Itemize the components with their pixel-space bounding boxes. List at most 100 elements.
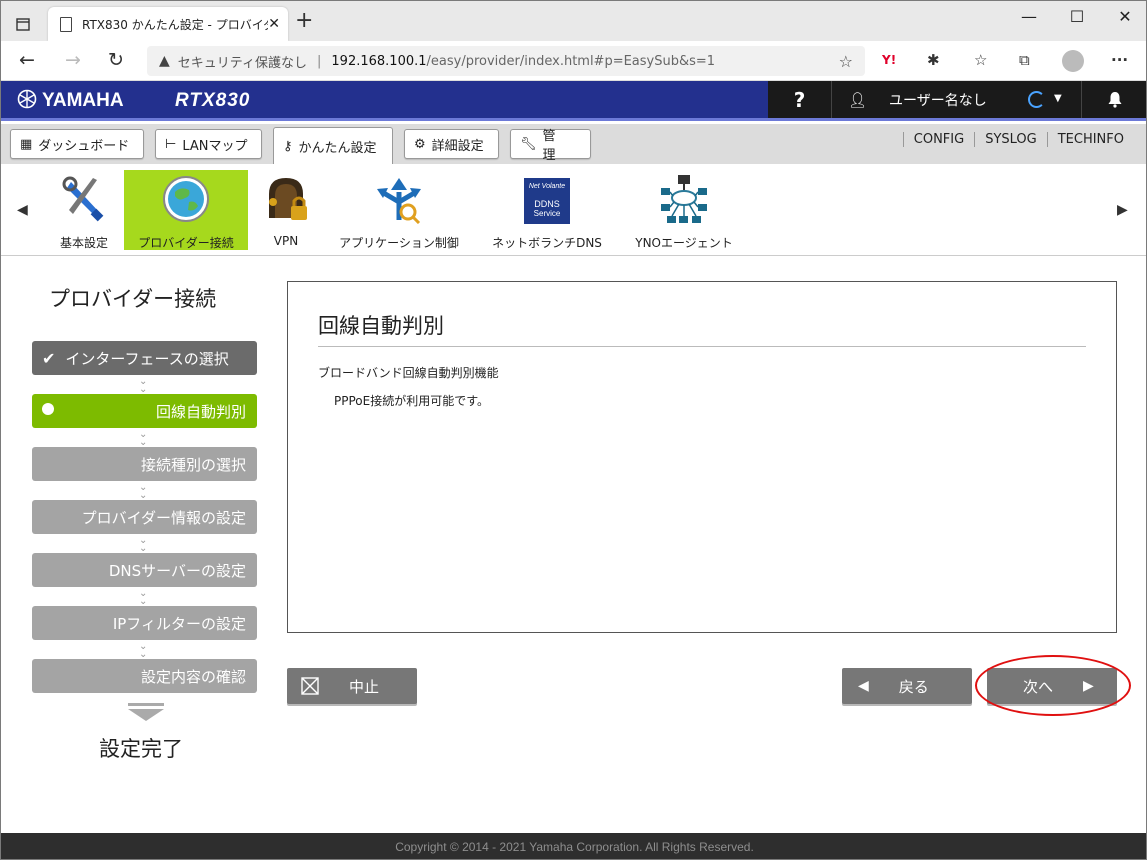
help-button[interactable]: ? bbox=[768, 81, 832, 118]
current-step-dot-icon bbox=[42, 403, 54, 415]
detail-settings-button[interactable]: ⚙ 詳細設定 bbox=[404, 129, 499, 159]
scroll-left-icon[interactable]: ◀ bbox=[17, 202, 28, 218]
techinfo-link[interactable]: TECHINFO bbox=[1046, 132, 1134, 147]
favorites-icon[interactable]: ☆ bbox=[974, 51, 987, 69]
chevron-down-icon: ⌄ ⌄ bbox=[139, 588, 148, 607]
yno-agent-label: YNOエージェント bbox=[635, 236, 733, 250]
detail-settings-label: 詳細設定 bbox=[431, 138, 484, 154]
refresh-icon[interactable]: ↻ bbox=[108, 49, 124, 71]
application-control-item[interactable]: アプリケーション制御 bbox=[331, 170, 467, 250]
step-label: インターフェースの選択 bbox=[65, 349, 229, 368]
user-menu[interactable]: 👤︎ ユーザー名なし ▼ bbox=[832, 81, 1082, 118]
globe-icon bbox=[163, 176, 209, 222]
step-label: IPフィルターの設定 bbox=[112, 614, 246, 633]
model-name: RTX830 bbox=[175, 90, 251, 111]
chevron-down-icon: ▼ bbox=[1054, 93, 1062, 104]
cancel-label: 中止 bbox=[349, 677, 380, 696]
lanmap-button[interactable]: ⊢ LANマップ bbox=[155, 129, 262, 159]
utility-links: CONFIG SYSLOG TECHINFO bbox=[902, 132, 1134, 147]
user-name: ユーザー名なし bbox=[889, 92, 987, 109]
netvolante-dns-label: ネットボランチDNS bbox=[492, 236, 602, 250]
vpn-lock-icon bbox=[269, 178, 307, 220]
collections-icon[interactable]: ⧉ bbox=[1019, 51, 1030, 69]
function-icon-row: ◀ 基本設定 プロバイダー接続 VPN アプリケーション制御 Net Volan… bbox=[1, 164, 1146, 256]
wizard-title: プロバイダー接続 bbox=[49, 287, 217, 311]
dashboard-label: ダッシュボード bbox=[38, 138, 130, 154]
chevron-down-icon: ⌄ ⌄ bbox=[139, 482, 148, 501]
new-tab-icon[interactable]: + bbox=[295, 10, 313, 32]
lanmap-icon: ⊢ bbox=[165, 136, 177, 152]
gear-icon: ⚙ bbox=[414, 136, 426, 152]
finish-label: 設定完了 bbox=[99, 737, 183, 761]
step-interface-select: ✔ インターフェースの選択 bbox=[32, 341, 257, 375]
tools-icon bbox=[62, 176, 104, 222]
title-divider bbox=[318, 346, 1086, 347]
syslog-link[interactable]: SYSLOG bbox=[974, 132, 1047, 147]
step-label: プロバイダー情報の設定 bbox=[81, 508, 246, 527]
more-menu-icon[interactable]: ··· bbox=[1111, 51, 1128, 69]
step-ip-filter: IPフィルターの設定 bbox=[32, 606, 257, 640]
back-arrow-icon[interactable]: ← bbox=[19, 49, 35, 71]
step-connection-type: 接続種別の選択 bbox=[32, 447, 257, 481]
step-provider-info: プロバイダー情報の設定 bbox=[32, 500, 257, 534]
tab-strip: RTX830 かんたん設定 - プロバイダー接 ✕ + — ☐ ✕ bbox=[1, 1, 1146, 41]
netvolante-dns-item[interactable]: Net Volante DDNS Service ネットボランチDNS bbox=[485, 170, 609, 250]
vpn-item[interactable]: VPN bbox=[256, 170, 316, 250]
bell-icon[interactable] bbox=[1082, 81, 1146, 118]
forward-arrow-icon[interactable]: → bbox=[65, 49, 81, 71]
chevron-down-icon: ⌄ ⌄ bbox=[139, 535, 148, 554]
content-panel: 回線自動判別 ブロードバンド回線自動判別機能 PPPoE接続が利用可能です。 bbox=[287, 281, 1117, 633]
browser-tab[interactable]: RTX830 かんたん設定 - プロバイダー接 ✕ bbox=[48, 7, 288, 41]
minimize-button[interactable]: — bbox=[1009, 7, 1049, 26]
url-host: 192.168.100.1 bbox=[331, 53, 427, 69]
warning-icon: ▲ bbox=[159, 53, 170, 69]
wrench-icon: 🔧︎ bbox=[520, 136, 537, 152]
main-menu-bar: ▦ ダッシュボード ⊢ LANマップ ⚷ かんたん設定 ⚙ 詳細設定 🔧︎ 管 理 CON… bbox=[1, 124, 1146, 164]
provider-connection-item[interactable]: プロバイダー接続 bbox=[124, 170, 248, 250]
cancel-button[interactable]: 中止 bbox=[287, 668, 417, 704]
vpn-label: VPN bbox=[273, 234, 299, 248]
panel-title: 回線自動判別 bbox=[318, 314, 444, 338]
dashboard-button[interactable]: ▦ ダッシュボード bbox=[10, 129, 144, 159]
lanmap-label: LANマップ bbox=[182, 138, 248, 154]
url-separator: | bbox=[317, 53, 322, 69]
management-button[interactable]: 🔧︎ 管 理 bbox=[510, 129, 591, 163]
page-icon bbox=[60, 16, 72, 32]
url-path: /easy/provider/index.html#p=EasySub&s=1 bbox=[426, 53, 716, 69]
browser-window: RTX830 かんたん設定 - プロバイダー接 ✕ + — ☐ ✕ ← → ↻ … bbox=[0, 0, 1147, 860]
config-link[interactable]: CONFIG bbox=[902, 132, 974, 147]
tab-title: RTX830 かんたん設定 - プロバイダー接 bbox=[82, 17, 268, 32]
back-button[interactable]: ◀ 戻る bbox=[842, 668, 972, 704]
detection-result-text: PPPoE接続が利用可能です。 bbox=[334, 394, 490, 408]
scroll-right-icon[interactable]: ▶ bbox=[1117, 202, 1128, 218]
easy-setup-tab[interactable]: ⚷ かんたん設定 bbox=[273, 127, 393, 164]
yahoo-extension-icon[interactable]: Y! bbox=[882, 53, 896, 67]
yamaha-logo: YAMAHA bbox=[17, 89, 124, 112]
yno-agent-item[interactable]: YNOエージェント bbox=[625, 170, 743, 250]
url-field[interactable]: ▲ セキュリティ保護なし | 192.168.100.1 /easy/provi… bbox=[147, 46, 865, 76]
chevron-down-icon: ⌄ ⌄ bbox=[139, 641, 148, 660]
brand-name: YAMAHA bbox=[41, 90, 124, 111]
step-label: 設定内容の確認 bbox=[140, 667, 246, 686]
step-label: DNSサーバーの設定 bbox=[108, 561, 246, 580]
step-confirm: 設定内容の確認 bbox=[32, 659, 257, 693]
security-label: セキュリティ保護なし bbox=[177, 55, 308, 71]
header-tools: ? 👤︎ ユーザー名なし ▼ bbox=[768, 81, 1146, 118]
close-tab-icon[interactable]: ✕ bbox=[268, 16, 280, 32]
maximize-button[interactable]: ☐ bbox=[1057, 7, 1097, 26]
chevron-down-icon: ⌄ ⌄ bbox=[139, 429, 148, 448]
add-favorite-icon[interactable]: ☆ bbox=[839, 52, 853, 71]
finish-arrow-icon bbox=[128, 703, 164, 721]
management-label: 管 理 bbox=[542, 129, 569, 163]
application-control-label: アプリケーション制御 bbox=[339, 236, 459, 250]
triangle-left-icon: ◀ bbox=[858, 678, 869, 694]
extensions-icon[interactable]: ✱ bbox=[927, 51, 940, 69]
step-label: 接続種別の選択 bbox=[140, 455, 246, 474]
cancel-icon bbox=[301, 677, 319, 695]
basic-settings-item[interactable]: 基本設定 bbox=[51, 170, 117, 250]
profile-avatar[interactable] bbox=[1062, 50, 1084, 72]
close-window-button[interactable]: ✕ bbox=[1105, 7, 1145, 26]
step-line-detection: 回線自動判別 bbox=[32, 394, 257, 428]
check-icon: ✔ bbox=[42, 348, 56, 368]
tab-actions-icon[interactable] bbox=[11, 12, 35, 36]
